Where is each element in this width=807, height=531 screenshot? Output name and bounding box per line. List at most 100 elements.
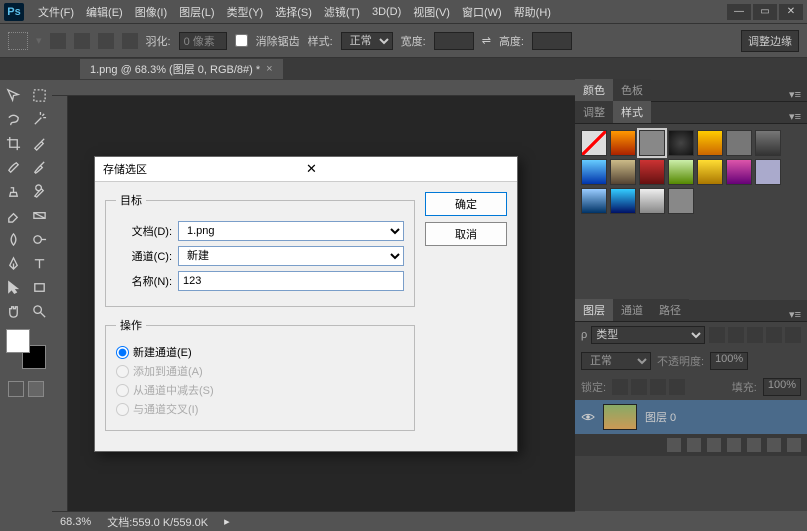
status-arrow-icon[interactable]: ▸	[224, 515, 230, 528]
menu-file[interactable]: 文件(F)	[32, 4, 80, 20]
marquee-tool[interactable]	[27, 84, 51, 106]
fill-value[interactable]: 100%	[763, 378, 801, 396]
op-new-radio[interactable]	[116, 346, 129, 359]
link-layers-icon[interactable]	[667, 438, 681, 452]
blur-tool[interactable]	[1, 228, 25, 250]
style-swatch[interactable]	[697, 159, 723, 185]
style-swatch[interactable]	[639, 130, 665, 156]
menu-window[interactable]: 窗口(W)	[456, 4, 508, 20]
layer-kind-select[interactable]: 类型	[591, 326, 705, 344]
panel-menu-icon[interactable]: ▾≡	[783, 88, 807, 101]
style-swatch[interactable]	[639, 159, 665, 185]
minimize-button[interactable]: —	[727, 4, 751, 20]
color-picker[interactable]	[6, 329, 46, 369]
layer-filter-icons[interactable]	[709, 327, 801, 343]
antialias-checkbox[interactable]	[235, 34, 248, 47]
tab-color[interactable]: 颜色	[575, 79, 613, 101]
menu-view[interactable]: 视图(V)	[407, 4, 456, 20]
brush-tool[interactable]	[27, 156, 51, 178]
quick-mask-toggle[interactable]	[0, 381, 52, 397]
crop-tool[interactable]	[1, 132, 25, 154]
clone-stamp-tool[interactable]	[1, 180, 25, 202]
pen-tool[interactable]	[1, 252, 25, 274]
style-swatch[interactable]	[668, 130, 694, 156]
menu-help[interactable]: 帮助(H)	[508, 4, 557, 20]
lasso-tool[interactable]	[1, 108, 25, 130]
style-swatch[interactable]	[668, 188, 694, 214]
tab-swatches[interactable]: 色板	[613, 79, 651, 101]
rectangle-tool[interactable]	[27, 276, 51, 298]
style-swatch[interactable]	[581, 130, 607, 156]
style-select[interactable]: 正常	[341, 32, 393, 50]
ok-button[interactable]: 确定	[425, 192, 507, 216]
link-icon[interactable]: ⇌	[482, 34, 491, 47]
tab-adjustments[interactable]: 调整	[575, 101, 613, 123]
close-button[interactable]: ✕	[779, 4, 803, 20]
new-selection-icon[interactable]	[50, 33, 66, 49]
document-select[interactable]: 1.png	[178, 221, 404, 241]
move-tool[interactable]	[1, 84, 25, 106]
style-swatch[interactable]	[581, 159, 607, 185]
group-icon[interactable]	[747, 438, 761, 452]
marquee-tool-icon[interactable]	[8, 32, 28, 50]
maximize-button[interactable]: ▭	[753, 4, 777, 20]
mask-icon[interactable]	[707, 438, 721, 452]
adjustment-icon[interactable]	[727, 438, 741, 452]
style-swatch[interactable]	[610, 130, 636, 156]
style-swatch[interactable]	[581, 188, 607, 214]
intersect-selection-icon[interactable]	[122, 33, 138, 49]
style-swatch[interactable]	[697, 130, 723, 156]
fx-icon[interactable]	[687, 438, 701, 452]
document-tab[interactable]: 1.png @ 68.3% (图层 0, RGB/8#) * ×	[80, 59, 283, 79]
op-new-channel[interactable]: 新建通道(E)	[116, 344, 404, 360]
tab-paths[interactable]: 路径	[651, 299, 689, 321]
width-input[interactable]	[434, 32, 474, 50]
layer-name[interactable]: 图层 0	[645, 409, 676, 425]
eyedropper-tool[interactable]	[27, 132, 51, 154]
delete-layer-icon[interactable]	[787, 438, 801, 452]
menu-edit[interactable]: 编辑(E)	[80, 4, 129, 20]
menu-type[interactable]: 类型(Y)	[221, 4, 270, 20]
layer-item[interactable]: 图层 0	[575, 400, 807, 434]
menu-select[interactable]: 选择(S)	[269, 4, 318, 20]
cancel-button[interactable]: 取消	[425, 222, 507, 246]
menu-layer[interactable]: 图层(L)	[173, 4, 220, 20]
path-selection-tool[interactable]	[1, 276, 25, 298]
style-swatch[interactable]	[755, 159, 781, 185]
style-swatch[interactable]	[726, 159, 752, 185]
channel-select[interactable]: 新建	[178, 246, 404, 266]
menu-image[interactable]: 图像(I)	[129, 4, 173, 20]
style-swatch[interactable]	[639, 188, 665, 214]
close-document-icon[interactable]: ×	[266, 63, 272, 75]
healing-brush-tool[interactable]	[1, 156, 25, 178]
tab-layers[interactable]: 图层	[575, 299, 613, 321]
gradient-tool[interactable]	[27, 204, 51, 226]
magic-wand-tool[interactable]	[27, 108, 51, 130]
hand-tool[interactable]	[1, 300, 25, 322]
style-swatch[interactable]	[610, 159, 636, 185]
type-tool[interactable]	[27, 252, 51, 274]
height-input[interactable]	[532, 32, 572, 50]
style-swatch[interactable]	[668, 159, 694, 185]
foreground-color[interactable]	[6, 329, 30, 353]
style-swatch[interactable]	[610, 188, 636, 214]
style-swatch[interactable]	[755, 130, 781, 156]
feather-input[interactable]	[179, 32, 227, 50]
zoom-tool[interactable]	[27, 300, 51, 322]
new-layer-icon[interactable]	[767, 438, 781, 452]
refine-edge-button[interactable]: 调整边缘	[741, 30, 799, 52]
name-input[interactable]	[178, 271, 404, 291]
menu-3d[interactable]: 3D(D)	[366, 6, 407, 18]
subtract-selection-icon[interactable]	[98, 33, 114, 49]
zoom-level[interactable]: 68.3%	[60, 516, 91, 528]
panel-menu-icon[interactable]: ▾≡	[783, 110, 807, 123]
dialog-titlebar[interactable]: 存储选区 ✕	[95, 157, 517, 182]
lock-icons[interactable]	[612, 379, 685, 395]
panel-menu-icon[interactable]: ▾≡	[783, 308, 807, 321]
dodge-tool[interactable]	[27, 228, 51, 250]
visibility-icon[interactable]	[581, 410, 595, 424]
eraser-tool[interactable]	[1, 204, 25, 226]
history-brush-tool[interactable]	[27, 180, 51, 202]
add-selection-icon[interactable]	[74, 33, 90, 49]
style-swatch[interactable]	[726, 130, 752, 156]
